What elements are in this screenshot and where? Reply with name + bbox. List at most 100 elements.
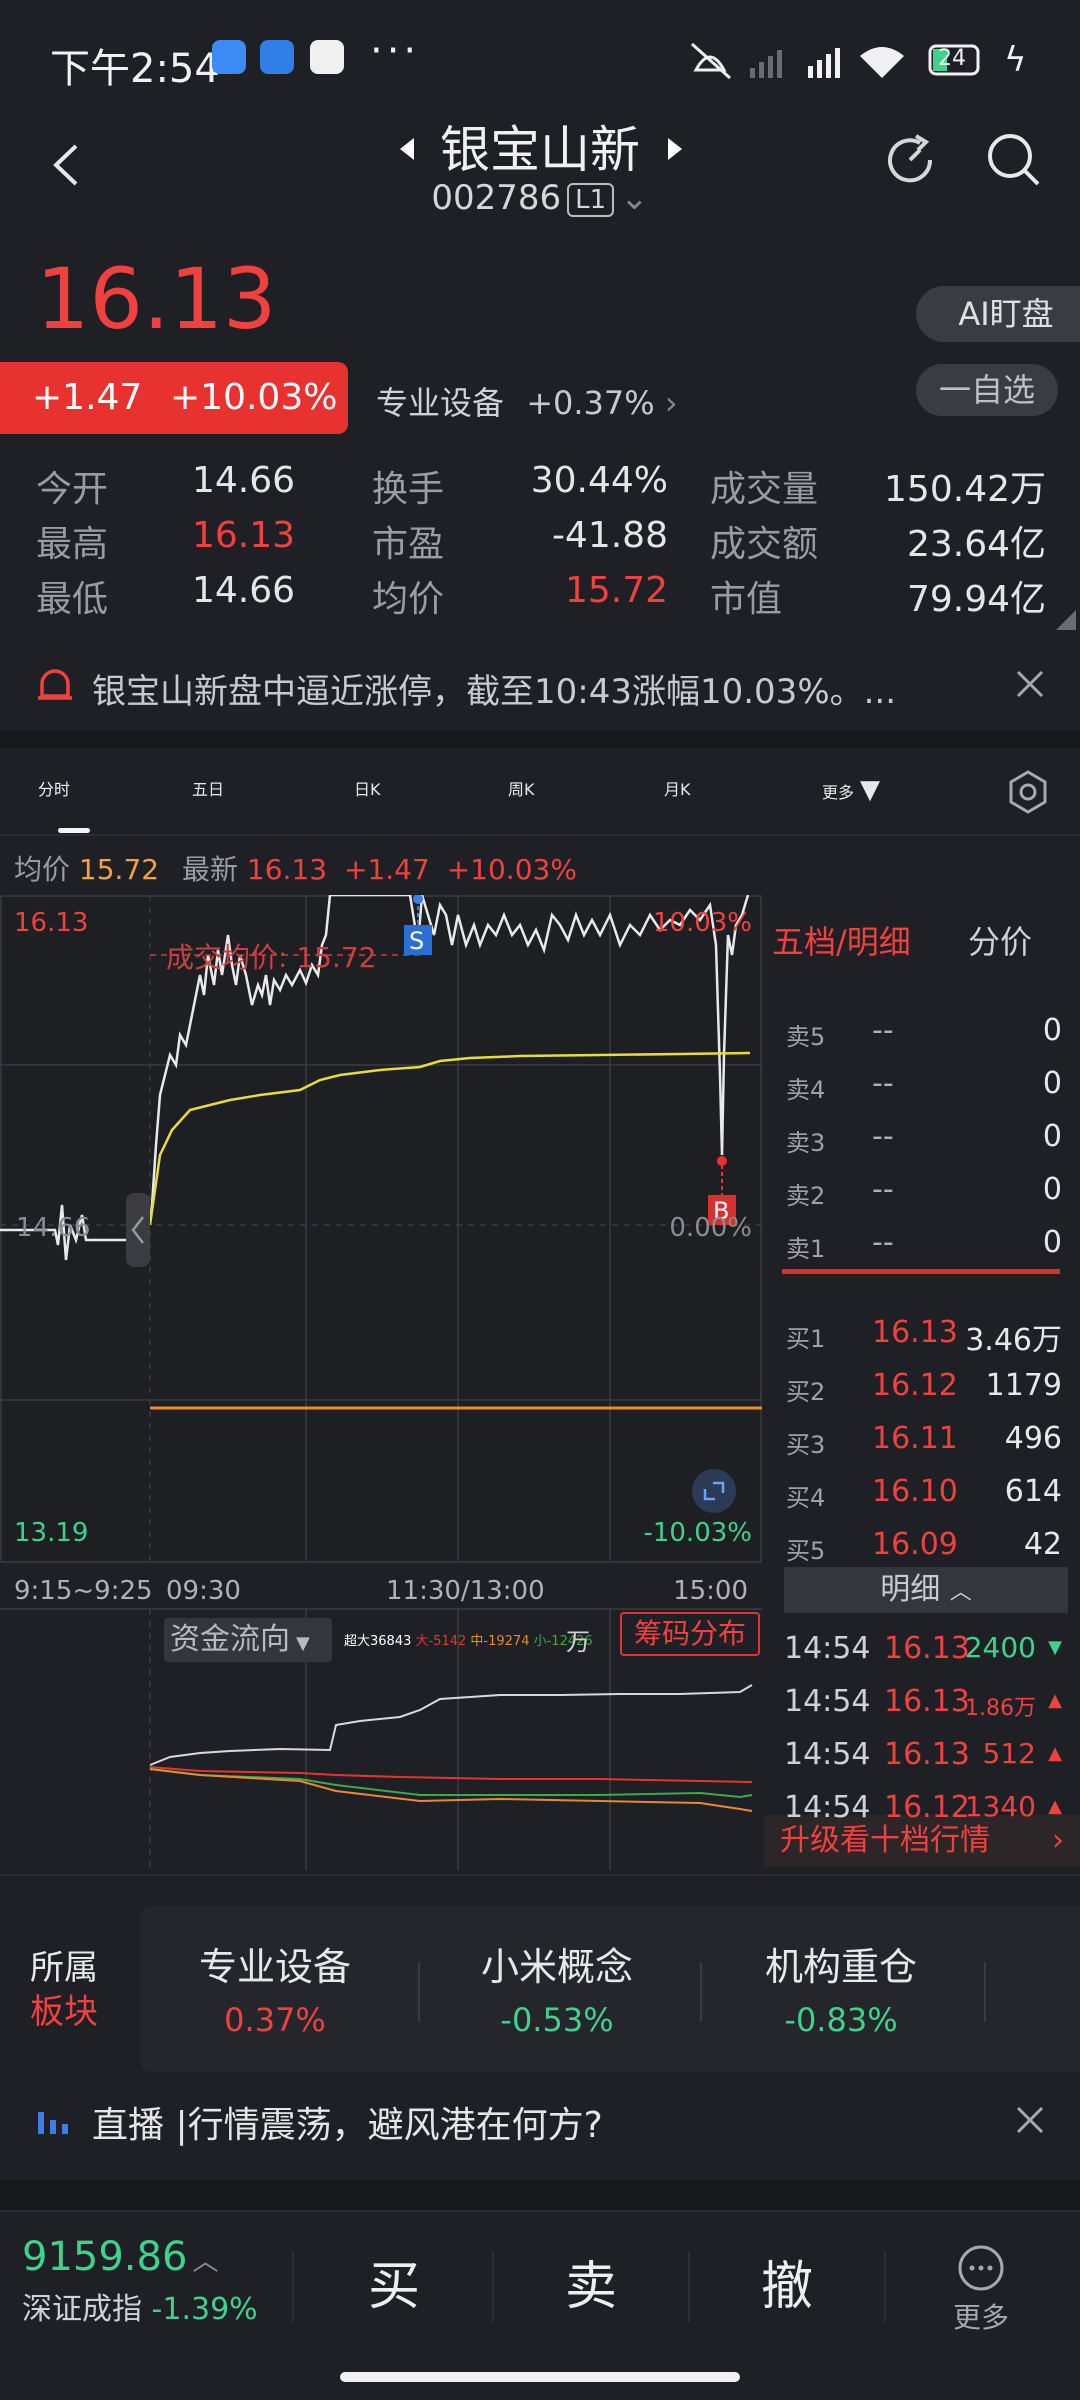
orderbook-tab[interactable]: 五档/明细: [772, 917, 911, 963]
sector-item[interactable]: 小米概念 -0.53%: [422, 1936, 692, 2039]
stat-value: 15.72: [564, 570, 668, 611]
arrow-up-icon: ▲: [1048, 1796, 1062, 1817]
tick-time: 14:54: [784, 1737, 871, 1772]
collapse-handle[interactable]: [126, 1193, 150, 1267]
stat-label: 均价: [372, 579, 445, 620]
level-badge: L1: [567, 182, 615, 217]
intraday-chart[interactable]: 成交均价: 15.72 S B 16.13 14.66 13.19 10.03%…: [0, 895, 762, 1870]
stat-label: 市值: [710, 579, 783, 620]
sector-section: 所属 板块 专业设备 0.37% 小米概念 -0.53% 机构重仓 -0.83%: [0, 1900, 1080, 2075]
buy-button[interactable]: 买: [296, 2212, 492, 2362]
stat-label: 今开: [36, 469, 109, 510]
tick-time: 14:54: [784, 1684, 871, 1719]
price-change: +1.47: [32, 377, 143, 418]
more-button[interactable]: 更多: [940, 2244, 1022, 2336]
x-label-premarket: 9:15~9:25: [14, 1576, 153, 1606]
pct-mid-label: 0.00%: [669, 1213, 752, 1243]
tab-more[interactable]: 更多 ▼: [822, 740, 880, 840]
bottom-trade-bar: 9159.86 ︿ 深证成指 -1.39% 买 卖 撤 更多: [0, 2210, 1080, 2360]
flow-unit: 万: [566, 1628, 590, 1656]
search-icon[interactable]: [984, 130, 1044, 190]
tab-monthly-k[interactable]: 月K: [664, 740, 691, 840]
bid-row[interactable]: 买4 16.10 614: [762, 1466, 1080, 1518]
level-volume: 0: [1042, 1119, 1062, 1154]
stat-value: -41.88: [551, 515, 668, 556]
detail-toggle[interactable]: 明细 ︿: [784, 1567, 1068, 1613]
close-icon[interactable]: [1014, 668, 1046, 700]
bid-row[interactable]: 买2 16.12 1179: [762, 1360, 1080, 1412]
level-price: --: [872, 1013, 894, 1048]
chevron-up-icon: ︿: [192, 2247, 219, 2277]
ai-monitor-button[interactable]: AI盯盘: [916, 286, 1080, 342]
stat-label: 市盈: [372, 524, 445, 565]
sell-button[interactable]: 卖: [494, 2212, 688, 2362]
y-mid-label: 14.66: [16, 1213, 90, 1243]
level-label: 买1: [786, 1325, 826, 1353]
index-widget[interactable]: 9159.86 ︿ 深证成指 -1.39%: [22, 2234, 258, 2328]
live-banner[interactable]: 直播 |行情震荡，避风港在何方?: [0, 2080, 1080, 2160]
latest-label: 最新: [182, 853, 239, 886]
news-alert[interactable]: 银宝山新盘中逼近涨停，截至10:43涨幅10.03%。...: [0, 640, 1080, 730]
alarm-icon: [38, 669, 72, 700]
stat-label: 成交量: [710, 469, 819, 510]
change-box: +1.47 +10.03%: [0, 362, 348, 434]
level-price: --: [872, 1066, 894, 1101]
stat-value: 150.42万: [884, 469, 1046, 510]
ask-row[interactable]: 卖2 -- 0: [762, 1164, 1080, 1216]
flow-legend: 超大36843 大-5142 中-19274 小-12426: [344, 1630, 593, 1649]
bid-row[interactable]: 买1 16.13 3.46万: [762, 1307, 1080, 1359]
level-volume: 0: [1042, 1225, 1062, 1260]
stat-value: 14.66: [191, 570, 295, 611]
ask-row[interactable]: 卖1 -- 0: [762, 1217, 1080, 1269]
sector-item-name: 小米概念: [480, 1945, 633, 1989]
x-label-close: 15:00: [673, 1576, 748, 1606]
tab-five-day[interactable]: 五日: [192, 740, 224, 840]
level-price: --: [872, 1119, 894, 1154]
level-label: 买4: [786, 1484, 826, 1512]
index-pct: -1.39%: [151, 2292, 258, 2327]
settings-icon[interactable]: [1004, 768, 1052, 816]
arrow-down-icon: ▼: [1048, 1637, 1062, 1658]
tick-row: 14:54 16.13 1.86万 ▲: [762, 1676, 1080, 1728]
tab-daily-k[interactable]: 日K: [354, 740, 381, 840]
more-notifications-icon: ···: [370, 28, 421, 74]
cancel-order-button[interactable]: 撤: [690, 2212, 884, 2362]
tick-time: 14:54: [784, 1790, 871, 1825]
stat-label: 最高: [36, 524, 109, 565]
fullscreen-button[interactable]: [692, 1469, 736, 1513]
avg-value: 15.72: [78, 853, 160, 886]
ask-row[interactable]: 卖3 -- 0: [762, 1111, 1080, 1163]
tab-weekly-k[interactable]: 周K: [508, 740, 535, 840]
level-label: 卖5: [786, 1023, 826, 1051]
tick-volume: 512: [982, 1737, 1036, 1770]
refresh-icon[interactable]: [880, 130, 940, 190]
ask-row[interactable]: 卖5 -- 0: [762, 1005, 1080, 1057]
flow-selector[interactable]: 资金流向 ▼: [164, 1618, 332, 1662]
latest-change: +1.47: [344, 853, 430, 886]
pct-low-label: -10.03%: [643, 1518, 752, 1548]
live-text: 直播 |行情震荡，避风港在何方?: [92, 2105, 603, 2146]
expand-corner-icon[interactable]: [1054, 608, 1078, 632]
sector-pct: +0.37%: [526, 384, 655, 422]
bid-row[interactable]: 买5 16.09 42: [762, 1519, 1080, 1571]
sector-item[interactable]: 机构重仓 -0.83%: [706, 1936, 976, 2039]
chip-distribution-button[interactable]: 筹码分布: [620, 1612, 760, 1656]
tab-intraday[interactable]: 分时: [38, 740, 70, 840]
chevron-right-icon: ›: [664, 384, 678, 422]
level-price: 16.13: [872, 1315, 958, 1350]
home-indicator[interactable]: [340, 2372, 740, 2382]
sector-item[interactable]: 专业设备 0.37%: [140, 1936, 410, 2039]
arrow-up-icon: ▲: [1048, 1743, 1062, 1764]
tick-time: 14:54: [784, 1631, 871, 1666]
legend-super: 超大36843: [344, 1634, 412, 1649]
add-watchlist-button[interactable]: 一自选: [916, 364, 1058, 416]
close-icon[interactable]: [1014, 2104, 1046, 2136]
sector-link[interactable]: 专业设备 +0.37% ›: [376, 378, 678, 424]
price-distribution-tab[interactable]: 分价: [968, 917, 1032, 963]
bid-row[interactable]: 买3 16.11 496: [762, 1413, 1080, 1465]
tab-more-label: 更多: [822, 783, 855, 802]
tick-volume: 1340: [964, 1790, 1036, 1823]
level-label: 卖2: [786, 1182, 826, 1210]
stock-code: 002786: [431, 178, 562, 218]
ask-row[interactable]: 卖4 -- 0: [762, 1058, 1080, 1110]
